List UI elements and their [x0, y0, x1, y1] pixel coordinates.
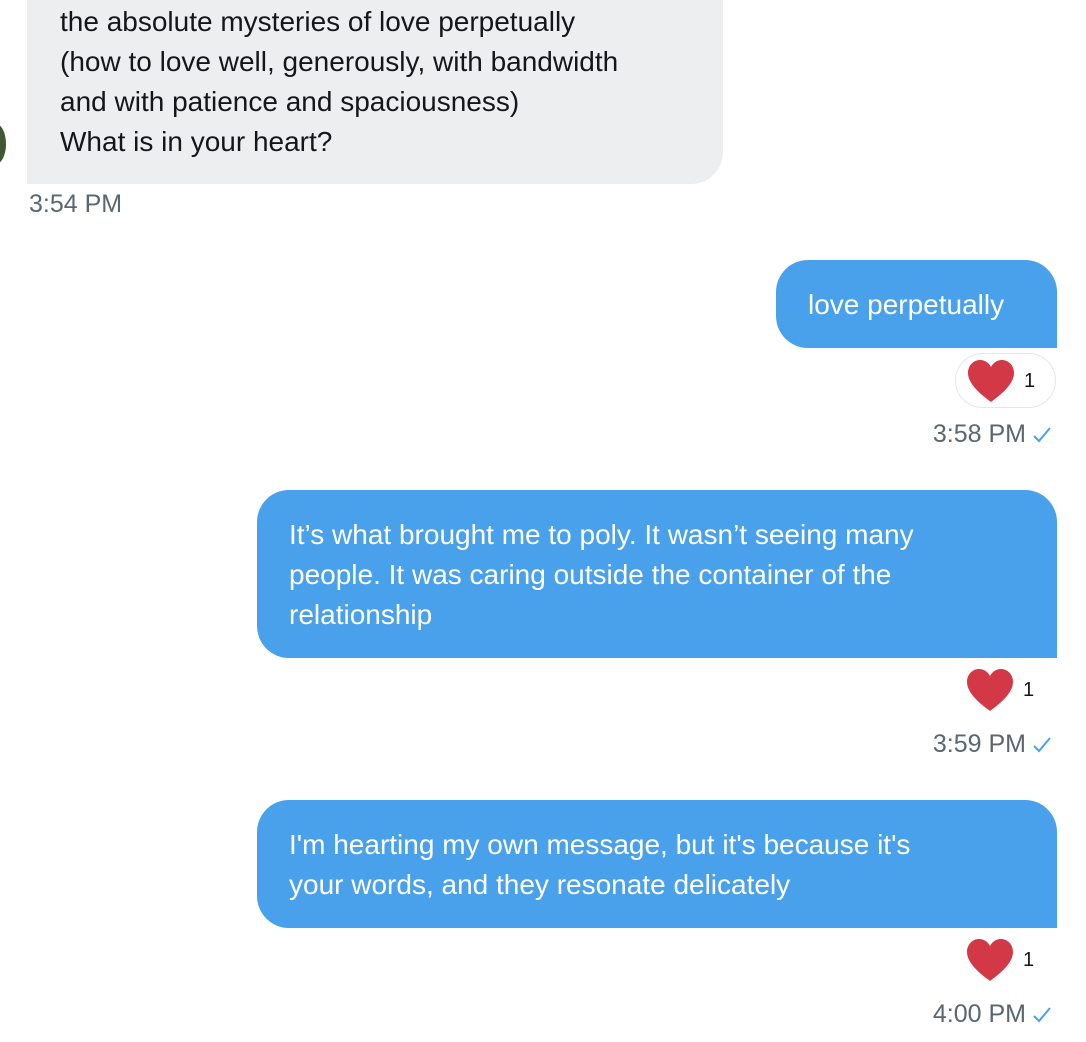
sent-message-bubble[interactable]: love perpetually [776, 260, 1057, 348]
message-reaction[interactable]: 1 [965, 934, 1057, 986]
checkmark-icon [1033, 736, 1051, 752]
checkmark-icon [1033, 426, 1051, 442]
reaction-count: 1 [1023, 679, 1035, 701]
heart-icon [968, 359, 1014, 402]
sent-message-timestamp: 3:58 PM [933, 420, 1052, 449]
sent-message-bubble[interactable]: It’s what brought me to poly. It wasn’t … [257, 490, 1057, 658]
heart-icon [967, 939, 1013, 981]
dm-conversation: the absolute mysteries of love perpetual… [0, 0, 1086, 1042]
sent-message-bubble[interactable]: I'm hearting my own message, but it's be… [257, 800, 1057, 928]
sent-message-timestamp: 4:00 PM [933, 1000, 1052, 1029]
sent-message-timestamp: 3:59 PM [933, 730, 1052, 759]
received-message-bubble[interactable]: the absolute mysteries of love perpetual… [27, 0, 723, 184]
reaction-count: 1 [1023, 949, 1035, 971]
message-reaction[interactable]: 1 [955, 353, 1056, 408]
sender-avatar[interactable] [0, 124, 6, 164]
heart-icon [967, 669, 1013, 711]
received-message-timestamp: 3:54 PM [29, 190, 123, 218]
timestamp-label: 3:59 PM [932, 730, 1026, 758]
timestamp-label: 3:58 PM [932, 420, 1026, 448]
timestamp-label: 4:00 PM [932, 1000, 1026, 1028]
checkmark-icon [1033, 1006, 1051, 1022]
message-reaction[interactable]: 1 [965, 664, 1057, 716]
reaction-count: 1 [1024, 369, 1036, 392]
